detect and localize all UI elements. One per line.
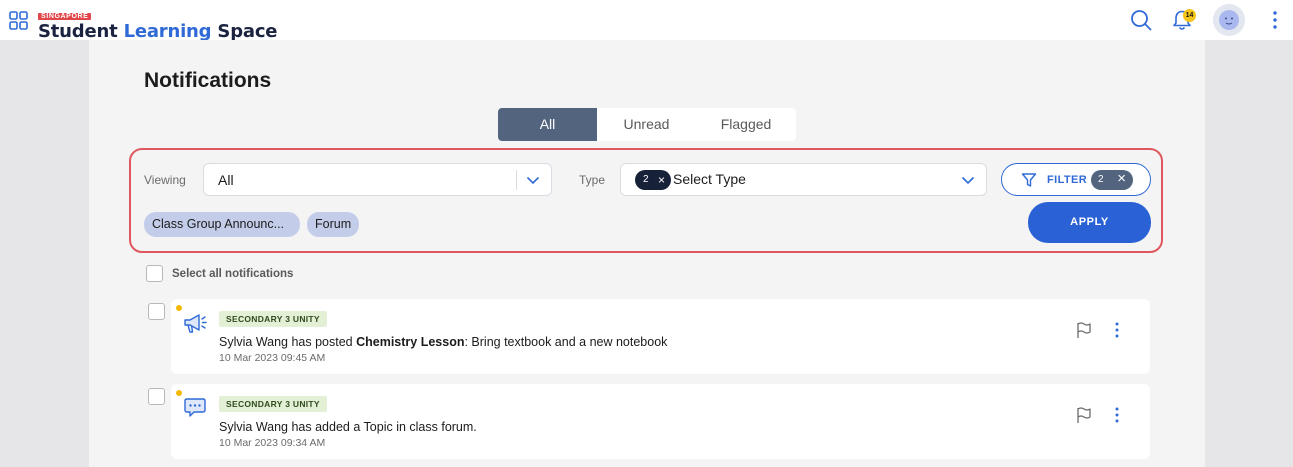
notification-message: Sylvia Wang has posted Chemistry Lesson:…	[219, 335, 668, 349]
tab-unread[interactable]: Unread	[597, 108, 696, 141]
class-badge: SECONDARY 3 UNITY	[219, 311, 327, 327]
notifications-panel: Notifications All Unread Flagged Viewing…	[89, 40, 1205, 467]
filter-count-chip[interactable]: 2 ×	[1091, 170, 1133, 190]
type-placeholder: Select Type	[673, 171, 746, 187]
more-vertical-icon[interactable]	[1268, 10, 1282, 30]
viewing-select[interactable]: All	[203, 163, 552, 196]
filter-section: Viewing All Type 2 × Select Type FILTER 2…	[129, 148, 1163, 253]
tab-all[interactable]: All	[498, 108, 597, 141]
avatar[interactable]	[1213, 4, 1245, 36]
flag-icon[interactable]	[1075, 406, 1093, 424]
select-all-label: Select all notifications	[172, 268, 294, 280]
filter-funnel-icon	[1021, 173, 1037, 187]
select-divider	[516, 170, 517, 190]
chevron-down-icon	[526, 176, 540, 185]
more-vertical-icon[interactable]	[1111, 321, 1123, 339]
type-chip-class-group[interactable]: Class Group Announc...	[144, 212, 300, 237]
more-vertical-icon[interactable]	[1111, 406, 1123, 424]
notification-message: Sylvia Wang has added a Topic in class f…	[219, 420, 477, 434]
tab-flagged[interactable]: Flagged	[696, 108, 796, 141]
notification-card[interactable]: SECONDARY 3 UNITY Sylvia Wang has added …	[171, 384, 1150, 459]
notification-time: 10 Mar 2023 09:34 AM	[219, 437, 326, 449]
megaphone-icon	[184, 314, 207, 333]
type-label: Type	[579, 173, 606, 187]
notification-time: 10 Mar 2023 09:45 AM	[219, 352, 326, 364]
close-icon: ×	[1117, 170, 1126, 187]
notification-checkbox[interactable]	[148, 303, 165, 320]
type-select[interactable]: 2 × Select Type	[620, 163, 987, 196]
apply-button[interactable]: APPLY	[1028, 202, 1151, 243]
filter-button[interactable]: FILTER 2 ×	[1001, 163, 1151, 196]
type-count-chip[interactable]: 2 ×	[635, 170, 671, 190]
logo-tag: SINGAPORE	[38, 13, 92, 20]
notification-count-badge: 14	[1183, 9, 1196, 22]
search-icon[interactable]	[1130, 9, 1152, 31]
select-all-checkbox[interactable]	[146, 265, 163, 282]
logo-text: Student Learning Space	[38, 21, 278, 42]
filter-button-label: FILTER	[1047, 174, 1088, 186]
viewing-value: All	[218, 172, 234, 188]
notification-checkbox[interactable]	[148, 388, 165, 405]
top-bar: SINGAPORE Student Learning Space 14	[0, 0, 1293, 42]
viewing-label: Viewing	[144, 173, 186, 187]
clear-icon: ×	[657, 173, 665, 187]
notification-tabs: All Unread Flagged	[498, 108, 796, 141]
class-badge: SECONDARY 3 UNITY	[219, 396, 327, 412]
chevron-down-icon	[961, 176, 975, 185]
notification-card[interactable]: SECONDARY 3 UNITY Sylvia Wang has posted…	[171, 299, 1150, 374]
page-title: Notifications	[144, 69, 272, 92]
flag-icon[interactable]	[1075, 321, 1093, 339]
sls-logo[interactable]: SINGAPORE Student Learning Space	[38, 5, 278, 42]
apps-grid-icon[interactable]	[9, 11, 28, 30]
type-chip-forum[interactable]: Forum	[307, 212, 360, 237]
chat-bubbles-icon	[184, 398, 206, 417]
